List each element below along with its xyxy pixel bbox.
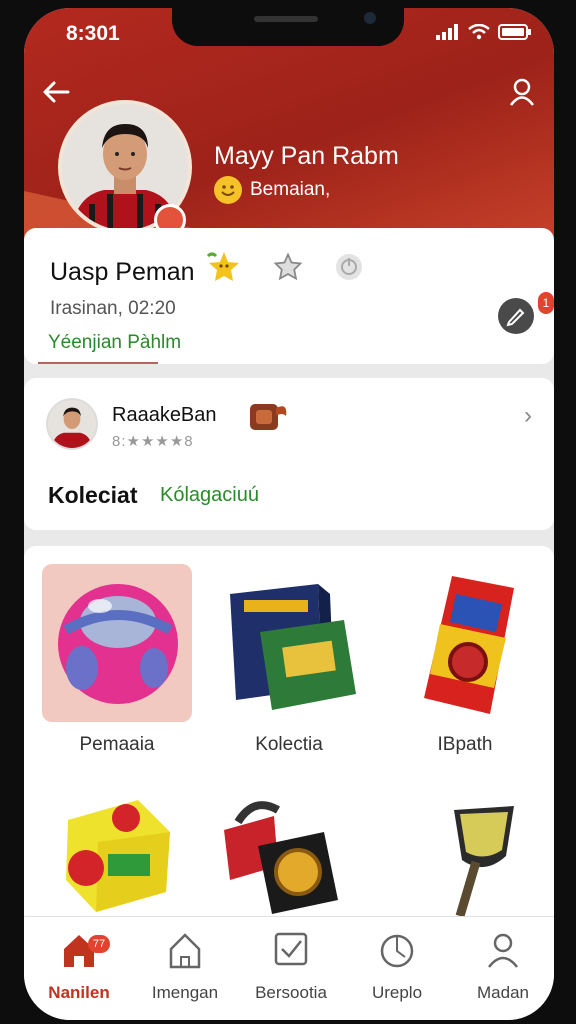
cube-icon xyxy=(66,800,170,912)
card-meta: Irasinan, 02:20 xyxy=(50,298,176,319)
tab-madan[interactable]: Madan xyxy=(450,931,554,1002)
front-camera xyxy=(364,12,376,24)
power-icon[interactable] xyxy=(334,252,364,282)
wifi-icon xyxy=(468,24,490,40)
tab-home[interactable]: 77 Nanilen xyxy=(26,931,132,1002)
tab-label: Bersootia xyxy=(255,983,327,1002)
pack-icon xyxy=(424,576,514,714)
profile-name: Mayy Pan Rabm xyxy=(214,142,399,170)
phone-frame: 8:301 Mayy Pan Rabm Bemaian, Uasp Peman … xyxy=(0,0,576,1024)
signal-icon xyxy=(436,24,458,40)
item-tile[interactable]: Pemaaia xyxy=(42,564,192,755)
item-label: IBpath xyxy=(437,734,493,755)
card-link[interactable]: Yéenjian Pàhlm xyxy=(48,332,181,354)
collection-grid: Pemaaia Kolectia IBpath xyxy=(24,546,554,926)
bottom-tab-bar: 77 Nanilen Imengan Bersootia Ureplo Mada… xyxy=(24,916,554,1020)
house-outline-icon xyxy=(169,933,201,969)
item-label: Pemaaia xyxy=(79,734,155,755)
compass-icon xyxy=(380,934,414,968)
subtitle-text: Bemaian, xyxy=(250,179,331,200)
tab-ureplo[interactable]: Ureplo xyxy=(344,931,450,1002)
tab-label: Ureplo xyxy=(371,983,423,1002)
battery-icon xyxy=(498,24,531,40)
tab-imengan[interactable]: Imengan xyxy=(132,931,238,1002)
collection-title: Koleciat xyxy=(48,482,138,508)
tab-label: Nanilen xyxy=(48,983,110,1002)
card-box-icon xyxy=(230,584,356,710)
app-screen: 8:301 Mayy Pan Rabm Bemaian, Uasp Peman … xyxy=(24,8,554,1020)
tab-home-badge: 77 xyxy=(88,935,110,953)
tab-bersootia[interactable]: Bersootia xyxy=(238,931,344,1002)
speaker-grill xyxy=(254,16,318,22)
profile-button[interactable] xyxy=(504,74,540,110)
tab-label: Madan xyxy=(477,983,529,1002)
status-time: 8:301 xyxy=(66,22,120,45)
edit-button[interactable] xyxy=(498,298,534,334)
item-tile[interactable]: IBpath xyxy=(390,564,540,755)
tab-label: Imengan xyxy=(151,983,219,1002)
notification-badge: 1 xyxy=(538,292,554,314)
device-notch xyxy=(172,8,404,46)
item-label: Kolectia xyxy=(255,734,323,755)
person-icon xyxy=(488,933,518,968)
player-avatar xyxy=(46,398,98,450)
star-icon[interactable] xyxy=(272,251,304,283)
profile-subtitle: Bemaian, xyxy=(214,176,330,204)
orb-icon xyxy=(42,564,192,722)
chevron-right-icon[interactable]: › xyxy=(524,402,532,430)
smiley-icon xyxy=(214,176,242,204)
trophy-icon xyxy=(454,806,514,916)
card-underline xyxy=(38,362,158,364)
arrow-left-icon xyxy=(43,81,70,103)
edit-icon xyxy=(506,308,525,327)
star-face-icon[interactable] xyxy=(206,250,242,284)
player-name: RaaakeBan xyxy=(112,404,217,426)
card-title: Uasp Peman xyxy=(50,258,195,286)
player-rating: 8:★★★★8 xyxy=(112,433,194,450)
back-button[interactable] xyxy=(38,74,74,110)
player-card[interactable]: RaaakeBan 8:★★★★8 › Koleciat Kólagaciuú xyxy=(24,378,554,530)
collection-link[interactable]: Kólagaciuú xyxy=(160,484,259,507)
card-actions xyxy=(206,250,364,284)
checkbox-icon xyxy=(274,932,308,966)
status-icons xyxy=(436,24,532,40)
item-tile[interactable]: Kolectia xyxy=(214,564,364,755)
lock-box-icon xyxy=(224,801,338,914)
chest-icon xyxy=(250,404,287,430)
profile-card: Uasp Peman Irasinan, 02:20 Yéenjian Pàhl… xyxy=(24,228,554,364)
user-icon xyxy=(509,78,535,106)
